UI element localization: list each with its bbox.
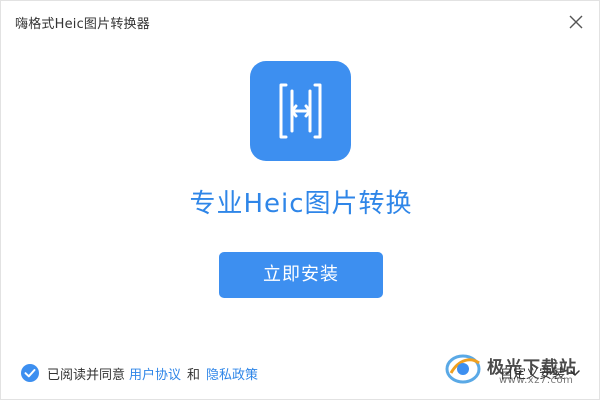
watermark-logo-icon (445, 354, 481, 384)
headline: 专业Heic图片转换 (189, 189, 413, 219)
app-logo (250, 61, 351, 161)
agree-checkbox[interactable] (21, 364, 39, 382)
agreement-row: 已阅读并同意 用户协议 和 隐私政策 (21, 363, 258, 383)
and-text: 和 (187, 367, 201, 383)
installer-window: 嗨格式Heic图片转换器 专业Heic图片转换 立即安装 已阅读并同意 用户协议… (0, 0, 600, 400)
chevron-down-icon (570, 369, 580, 376)
custom-install-label: 自定义安装 (500, 367, 566, 382)
privacy-policy-link[interactable]: 隐私政策 (206, 364, 258, 383)
close-button[interactable] (567, 13, 585, 31)
window-title: 嗨格式Heic图片转换器 (15, 17, 150, 32)
custom-install-button[interactable]: 自定义安装 (500, 363, 581, 382)
agree-prefix-text: 已阅读并同意 (47, 367, 126, 383)
checkmark-icon (24, 369, 36, 378)
user-agreement-link[interactable]: 用户协议 (129, 364, 181, 383)
install-now-button[interactable]: 立即安装 (219, 252, 383, 298)
close-icon (569, 15, 583, 29)
app-logo-icon (279, 83, 322, 139)
